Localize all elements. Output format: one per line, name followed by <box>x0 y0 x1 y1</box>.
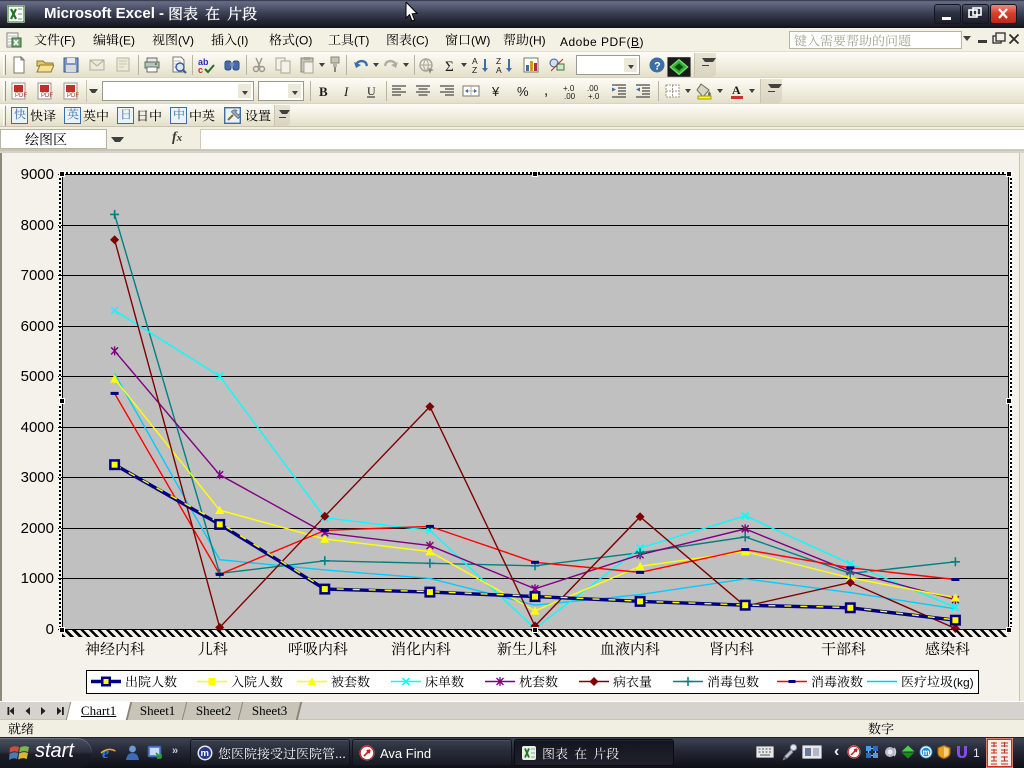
svg-text:¥: ¥ <box>491 84 500 99</box>
svg-text:A: A <box>496 65 502 74</box>
svg-text:PDF: PDF <box>67 93 79 99</box>
svg-text:m: m <box>923 748 930 757</box>
svg-text:c: c <box>198 65 203 74</box>
svg-text:e: e <box>102 745 109 761</box>
svg-text:B: B <box>319 84 328 99</box>
svg-text:PDF: PDF <box>41 93 53 99</box>
svg-text:A: A <box>732 83 741 97</box>
svg-text:Z: Z <box>472 65 477 74</box>
svg-text:%: % <box>517 84 529 99</box>
svg-text:Σ: Σ <box>445 59 454 74</box>
svg-text:?: ? <box>654 61 661 73</box>
svg-text:U: U <box>367 84 376 98</box>
svg-text:.00: .00 <box>564 92 576 100</box>
svg-text:,: , <box>544 82 548 99</box>
svg-text:I: I <box>343 84 349 99</box>
svg-text:PDF: PDF <box>15 93 27 99</box>
svg-text:m: m <box>201 748 209 759</box>
svg-text:+.0: +.0 <box>588 92 600 100</box>
